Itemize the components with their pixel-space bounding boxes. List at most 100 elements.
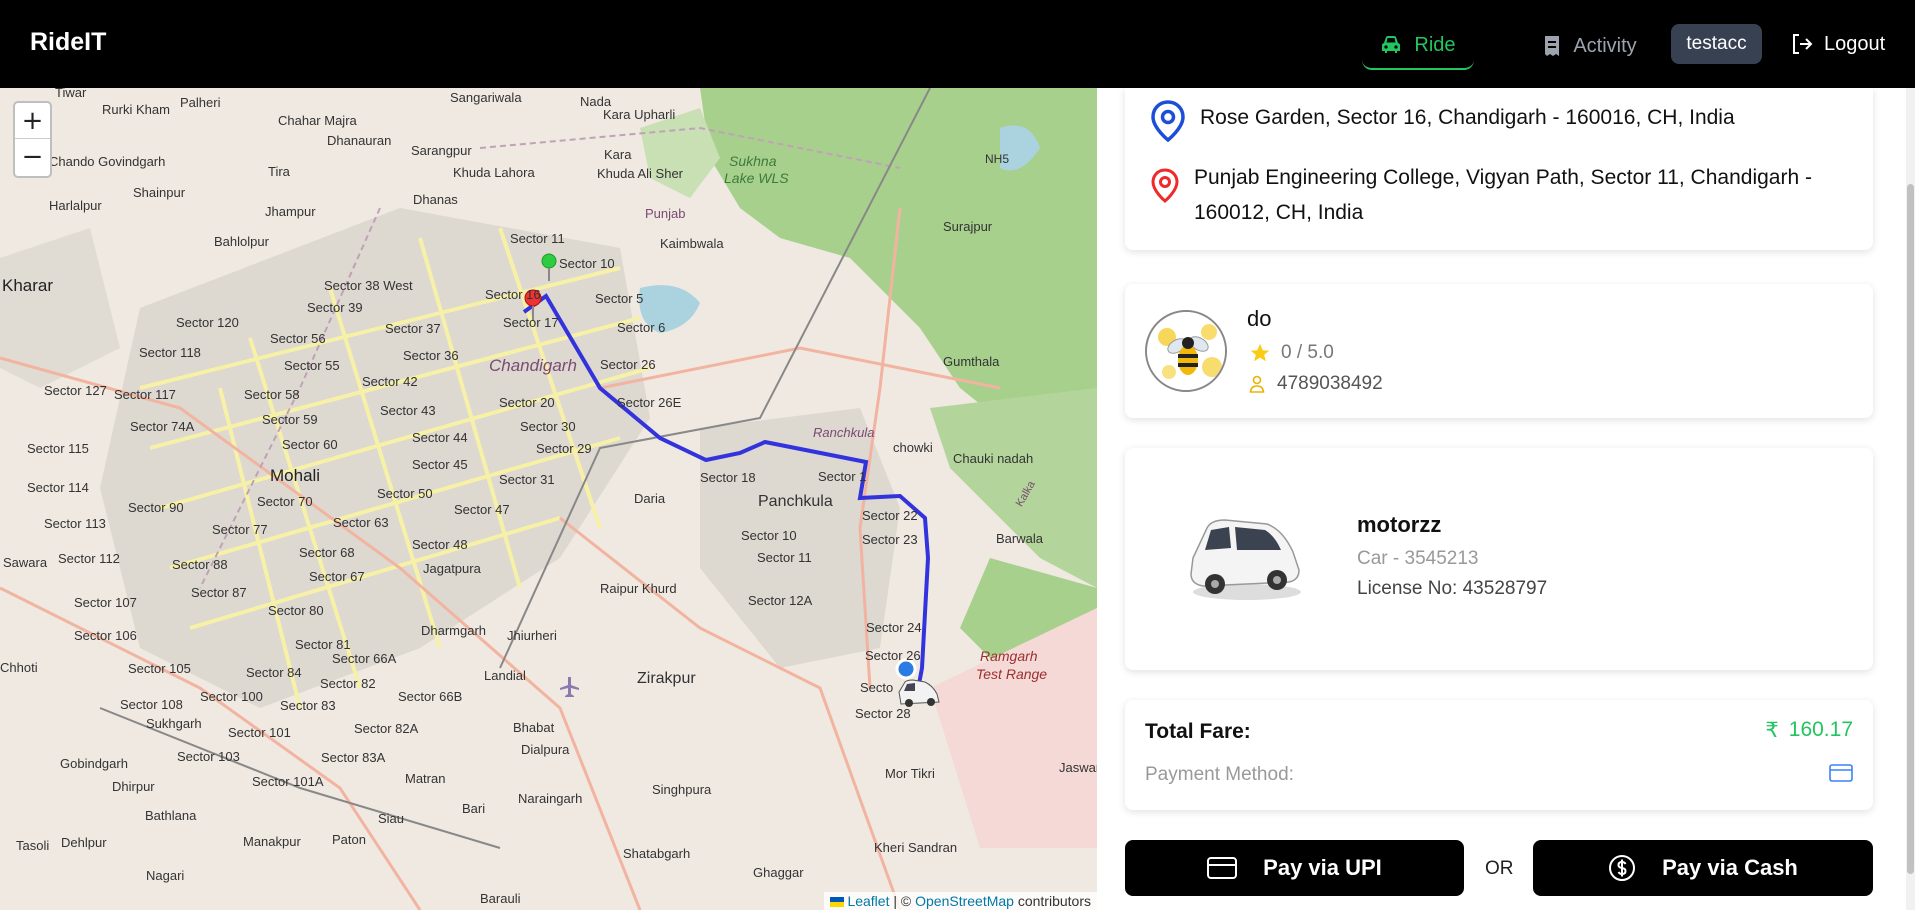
nav-ride-tab[interactable]: Ride — [1362, 22, 1474, 70]
map-label: Dehlpur — [61, 835, 107, 850]
map-label: Bari — [462, 801, 486, 816]
map-label: Sector 12A — [748, 593, 813, 608]
phone-value: 4789038492 — [1277, 373, 1383, 394]
map-label: Dharmgarh — [421, 623, 487, 638]
map-label: Mohali — [270, 466, 321, 485]
map-label: Chahar Majra — [278, 113, 357, 128]
map-label: Sangariwala — [450, 90, 522, 105]
map-label: Sector 63 — [333, 515, 389, 530]
map-label: Barauli — [480, 891, 521, 906]
map-label: Sector 106 — [74, 628, 137, 643]
map-label: Sector 68 — [299, 545, 355, 560]
map-label: Sector 39 — [307, 300, 363, 315]
user-badge[interactable]: testacc — [1671, 24, 1762, 64]
pay-cash-button[interactable]: Pay via Cash — [1533, 840, 1873, 896]
map-label: Sector 6 — [617, 320, 666, 335]
dropoff-pin-icon — [1151, 168, 1179, 203]
map-label: Sector 11 — [757, 550, 812, 565]
map-label: Secto — [860, 680, 894, 695]
map-label: Sector 28 — [855, 706, 911, 721]
brand-logo[interactable]: RideIT — [30, 28, 106, 57]
map-label: Sector 23 — [862, 532, 918, 547]
map-label: Sector 20 — [499, 395, 555, 410]
map-label: Sector 30 — [520, 419, 576, 434]
map-label: Sector 108 — [120, 697, 183, 712]
rupee-icon: ₹ — [1765, 718, 1779, 742]
nav-activity-tab[interactable]: Activity — [1520, 22, 1660, 70]
map-label: Sector 90 — [128, 500, 184, 515]
pay-cash-label: Pay via Cash — [1662, 855, 1798, 880]
map-label: Siau — [378, 811, 405, 826]
vehicle-license: License No: 43528797 — [1357, 578, 1548, 599]
map-label: Sector 87 — [191, 585, 247, 600]
map-label: Bhabat — [513, 720, 555, 735]
map-label: Rurki Kham — [102, 102, 170, 117]
map-attribution: Leaflet | © OpenStreetMap contributors — [823, 892, 1097, 910]
map-label: Sector 81 — [295, 637, 351, 652]
map-label: Sector 26 — [600, 357, 656, 372]
panel-scrollbar[interactable] — [1906, 88, 1915, 910]
osm-link[interactable]: OpenStreetMap — [915, 893, 1014, 909]
zoom-in-button[interactable]: + — [15, 103, 50, 139]
route-map[interactable]: Tiwar Palheri Sangariwala Nada Kara Upha… — [0, 88, 1097, 910]
map-label: Jaswan — [1059, 760, 1097, 775]
map-label: Kara Upharli — [603, 107, 676, 122]
map-label: Mor Tikri — [885, 766, 935, 781]
map-label: Sector 74A — [130, 419, 195, 434]
user-icon — [1249, 375, 1265, 393]
zoom-out-button[interactable]: − — [15, 139, 50, 175]
map-label: Singhpura — [652, 782, 712, 797]
map-label: Dhanas — [413, 192, 458, 207]
map-label: Jhiurheri — [507, 628, 557, 643]
credit-card-icon[interactable] — [1829, 764, 1853, 782]
map-label: Bahlolpur — [214, 234, 269, 249]
map-label: Landial — [484, 668, 526, 683]
map-label: Ramgarh — [980, 648, 1038, 664]
pay-upi-label: Pay via UPI — [1263, 855, 1382, 880]
map-label: Manakpur — [243, 834, 301, 849]
map-label: Chauki nadah — [953, 451, 1034, 466]
map-label: Sector 47 — [454, 502, 510, 517]
map-label: Sector 77 — [212, 522, 268, 537]
map-label: Sector 16 — [485, 287, 541, 302]
map-label: Kheri Sandran — [874, 840, 958, 855]
driver-name: do — [1247, 306, 1272, 331]
driver-phone: 4789038492 — [1249, 373, 1383, 395]
pickup-location: Rose Garden, Sector 16, Chandigarh - 160… — [1150, 100, 1735, 142]
map-label: Sector 101 — [228, 725, 291, 740]
map-label: Sector 120 — [176, 315, 239, 330]
top-navbar: RideIT Ride Activity testacc Logout — [0, 0, 1915, 88]
map-label: Sector 66A — [332, 651, 397, 666]
map-label: Raipur Khurd — [600, 581, 677, 596]
map-label: Zirakpur — [637, 670, 696, 687]
pay-upi-button[interactable]: Pay via UPI — [1125, 840, 1464, 896]
map-label: Ghaggar — [753, 865, 804, 880]
dropoff-location: Punjab Engineering College, Vigyan Path,… — [1150, 160, 1812, 230]
map-label: Matran — [405, 771, 446, 786]
map-label: Sector 59 — [262, 412, 318, 427]
map-label: Nagari — [146, 868, 185, 883]
map-label: Sector 58 — [244, 387, 300, 402]
credit-card-icon — [1207, 857, 1238, 879]
dropoff-address-line1: Punjab Engineering College, Vigyan Path,… — [1194, 166, 1812, 189]
pickup-pin-icon — [1151, 100, 1185, 142]
map-label: Sector 115 — [27, 441, 89, 456]
driver-card: do 0 / 5.0 4789038492 — [1125, 284, 1873, 418]
map-label: Kaimbwala — [660, 236, 724, 251]
map-label: Sector 48 — [412, 537, 468, 552]
scrollbar-thumb[interactable] — [1907, 184, 1914, 874]
map-label: Tira — [268, 164, 290, 179]
map-label: Punjab — [645, 206, 686, 221]
map-label: Sector 88 — [172, 557, 228, 572]
map-label: Sector 117 — [114, 387, 176, 402]
leaflet-link[interactable]: Leaflet — [847, 893, 889, 909]
map-label: Dhanauran — [327, 133, 392, 148]
vehicle-card: motorzz Car - 3545213 License No: 435287… — [1125, 448, 1873, 670]
map-label: Chhoti — [0, 660, 38, 675]
map-label: Dialpura — [521, 742, 570, 757]
map-label: NH5 — [985, 152, 1010, 166]
map-label: Kara — [604, 147, 632, 162]
map-label: Sector 56 — [270, 331, 326, 346]
logout-button[interactable]: Logout — [1790, 24, 1885, 64]
location-card: Rose Garden, Sector 16, Chandigarh - 160… — [1125, 88, 1873, 250]
